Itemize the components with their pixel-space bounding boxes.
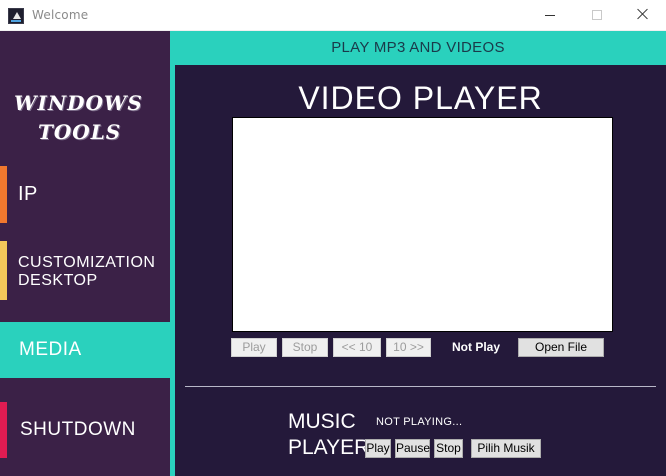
minimize-button[interactable]	[528, 0, 574, 31]
rewind-10-button[interactable]: << 10	[333, 338, 381, 357]
header-bar: PLAY MP3 AND VIDEOS	[170, 31, 666, 65]
music-player-title: MUSIC PLAYER	[288, 409, 369, 461]
accent-bar	[0, 402, 7, 458]
video-status-label: Not Play	[452, 340, 501, 354]
music-title-line-1: MUSIC	[288, 410, 356, 433]
minimize-icon	[545, 15, 555, 16]
sidebar-item-label: MEDIA	[19, 339, 82, 360]
sidebar-item-media[interactable]: MEDIA	[0, 322, 170, 378]
forward-10-button[interactable]: 10 >>	[386, 338, 431, 357]
video-player-title: VIDEO PLAYER	[298, 80, 543, 116]
video-display[interactable]	[232, 117, 613, 332]
accent-bar	[0, 241, 7, 300]
music-status-label: NOT PLAYING...	[376, 416, 463, 428]
choose-music-button[interactable]: Pilih Musik	[471, 439, 541, 458]
app-icon	[8, 8, 24, 24]
header-title: PLAY MP3 AND VIDEOS	[331, 39, 505, 56]
brand-line-1: WINDOWS	[14, 91, 143, 115]
music-play-button[interactable]: Play	[365, 439, 391, 458]
close-icon	[636, 5, 650, 25]
sidebar-item-customization[interactable]: CUSTOMIZATION DESKTOP	[0, 241, 170, 300]
sidebar-item-label: CUSTOMIZATION DESKTOP	[18, 254, 156, 289]
accent-bar	[0, 166, 7, 223]
video-play-button[interactable]: Play	[231, 338, 277, 357]
video-stop-button[interactable]: Stop	[282, 338, 328, 357]
maximize-icon	[592, 10, 602, 20]
music-stop-button[interactable]: Stop	[434, 439, 463, 458]
title-bar: Welcome	[0, 0, 666, 31]
sidebar-item-label: IP	[18, 183, 38, 205]
window-title: Welcome	[32, 8, 89, 22]
brand-line-2: TOOLS	[38, 120, 122, 144]
maximize-button[interactable]	[574, 0, 620, 31]
open-file-button[interactable]: Open File	[518, 338, 604, 357]
close-button[interactable]	[620, 0, 666, 31]
sidebar-item-ip[interactable]: IP	[0, 166, 170, 223]
media-panel: VIDEO PLAYER Play Stop << 10 10 >> Not P…	[175, 65, 666, 476]
sidebar-item-shutdown[interactable]: SHUTDOWN	[0, 402, 170, 458]
brand-logo: WINDOWS TOOLS	[14, 89, 164, 147]
music-title-line-2: PLAYER	[288, 436, 370, 459]
section-divider	[185, 386, 656, 387]
sidebar-item-label: SHUTDOWN	[20, 419, 136, 440]
music-pause-button[interactable]: Pause	[395, 439, 430, 458]
